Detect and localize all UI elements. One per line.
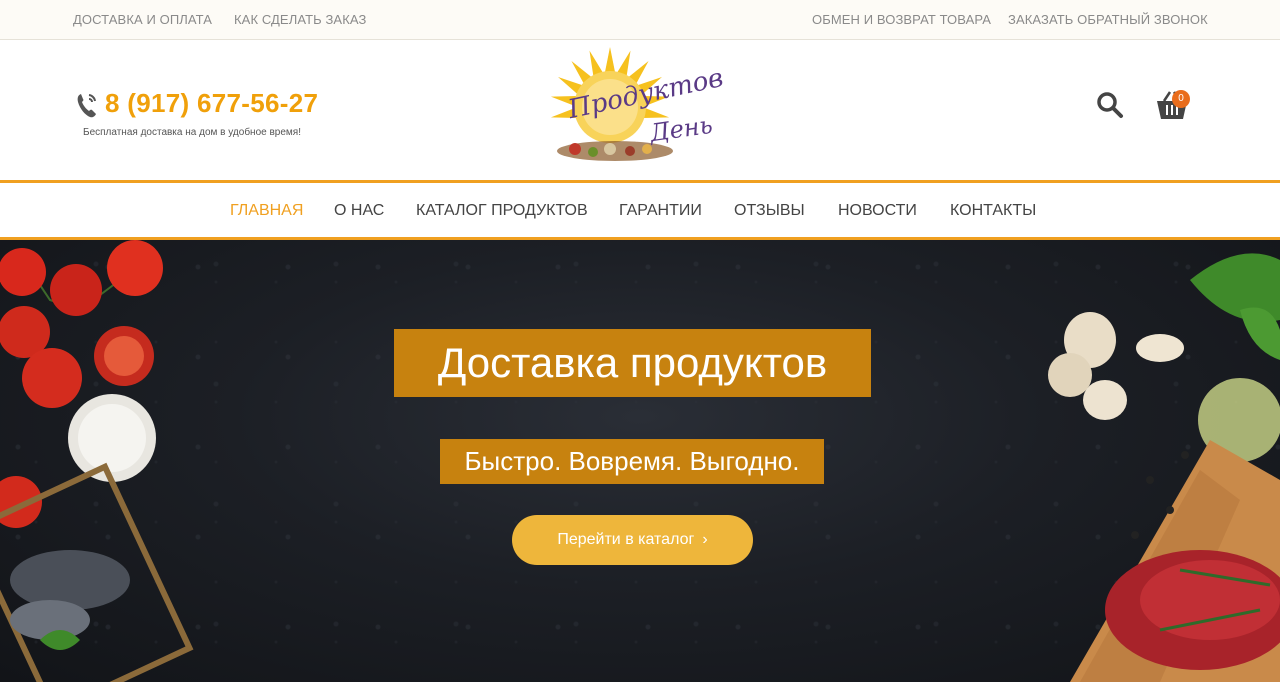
nav-item-guarantees[interactable]: ГАРАНТИИ [619,202,702,220]
cart-count-badge: 0 [1172,90,1190,108]
link-exchange-return[interactable]: ОБМЕН И ВОЗВРАТ ТОВАРА [812,12,991,27]
meat-garlic-decoration-icon [1048,253,1280,682]
top-utility-bar: ДОСТАВКА И ОПЛАТА КАК СДЕЛАТЬ ЗАКАЗ ОБМЕ… [0,0,1280,40]
go-to-catalog-label: Перейти в каталог [557,531,695,548]
site-logo[interactable]: Продуктов День [515,45,745,167]
link-callback[interactable]: ЗАКАЗАТЬ ОБРАТНЫЙ ЗВОНОК [1008,12,1208,27]
hero-banner: Доставка продуктов Быстро. Вовремя. Выго… [0,240,1280,682]
nav-item-home[interactable]: ГЛАВНАЯ [230,202,303,220]
nav-item-news[interactable]: НОВОСТИ [838,202,917,220]
phone-icon [77,94,96,118]
phone-number[interactable]: 8 (917) 677-56-27 [105,88,318,119]
delivery-tagline: Бесплатная доставка на дом в удобное вре… [83,127,301,138]
nav-item-about[interactable]: О НАС [334,202,384,220]
nav-item-reviews[interactable]: ОТЗЫВЫ [734,202,805,220]
main-nav: ГЛАВНАЯ О НАС КАТАЛОГ ПРОДУКТОВ ГАРАНТИИ… [0,180,1280,240]
tomatoes-decoration-icon [0,240,194,682]
search-icon[interactable] [1096,91,1124,119]
go-to-catalog-button[interactable]: Перейти в каталог › [512,515,753,565]
hero-title: Доставка продуктов [394,329,871,397]
hero-subtitle: Быстро. Вовремя. Выгодно. [440,439,824,484]
nav-item-catalog[interactable]: КАТАЛОГ ПРОДУКТОВ [416,202,588,220]
link-how-to-order[interactable]: КАК СДЕЛАТЬ ЗАКАЗ [234,12,366,27]
chevron-right-icon: › [702,531,708,548]
link-delivery-payment[interactable]: ДОСТАВКА И ОПЛАТА [73,12,212,27]
nav-item-contacts[interactable]: КОНТАКТЫ [950,202,1036,220]
